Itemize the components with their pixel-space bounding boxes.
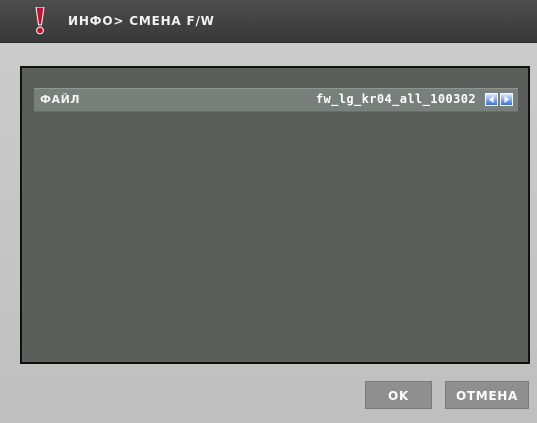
ok-button[interactable]: OK bbox=[365, 381, 432, 409]
exclamation-icon bbox=[34, 6, 46, 35]
file-selector-row[interactable]: ФАЙЛ fw_lg_kr04_all_100302 bbox=[34, 88, 518, 112]
page-title: ИНФО> СМЕНА F/W bbox=[68, 14, 215, 28]
firmware-update-screen: ИНФО> СМЕНА F/W ФАЙЛ fw_lg_kr04_all_1003… bbox=[0, 0, 537, 423]
title-bar: ИНФО> СМЕНА F/W bbox=[0, 0, 537, 43]
file-panel: ФАЙЛ fw_lg_kr04_all_100302 bbox=[20, 66, 530, 364]
file-label: ФАЙЛ bbox=[40, 93, 81, 106]
file-name: fw_lg_kr04_all_100302 bbox=[315, 92, 476, 106]
arrow-right-icon[interactable] bbox=[500, 93, 513, 106]
cancel-button[interactable]: ОТМЕНА bbox=[445, 381, 529, 409]
arrow-left-icon[interactable] bbox=[485, 93, 498, 106]
